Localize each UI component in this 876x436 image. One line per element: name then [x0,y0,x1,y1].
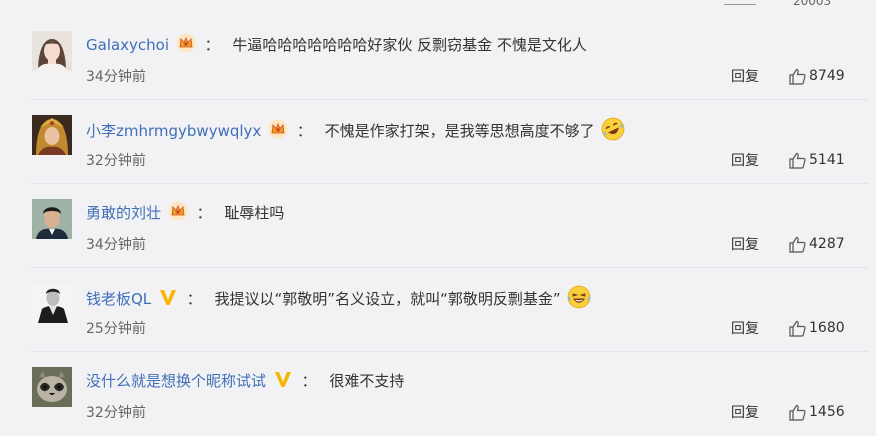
laughing-emoji [568,285,591,309]
comment-item: 没什么就是想换个昵称试试 ： 很难不支持 32分钟前 回复 1456 [0,352,876,436]
comment-text: 牛逼哈哈哈哈哈哈哈好家伙 反剽窃基金 不愧是文化人 [232,36,587,54]
comment-text: 耻辱柱吗 [224,204,285,222]
crown-icon [268,119,288,139]
like-button[interactable]: 8749 [789,66,845,86]
like-count: 5141 [809,152,845,168]
comment-line: Galaxychoi ： 牛逼哈哈哈哈哈哈哈好家伙 反剽窃基金 不愧是文化人 [86,33,587,55]
comment-line: 勇敢的刘壮 ： 耻辱柱吗 [86,201,284,223]
avatar[interactable] [32,199,72,239]
timestamp: 34分钟前 [86,69,146,85]
reply-button[interactable]: 回复 [731,152,759,170]
comment-line: 没什么就是想换个昵称试试 ： 很难不支持 [86,369,404,391]
reply-button[interactable]: 回复 [731,404,759,422]
timestamp: 32分钟前 [86,405,146,421]
thumbs-up-icon [789,236,806,253]
crown-icon [168,201,188,221]
like-count: 1456 [809,404,845,420]
previous-reply-link[interactable] [724,0,756,5]
like-count: 8749 [809,68,845,84]
verified-v-icon [159,290,176,305]
timestamp: 32分钟前 [86,153,146,169]
username-link[interactable]: 勇敢的刘壮 [86,204,161,222]
thumbs-up-icon [789,68,806,85]
comment-text: 我提议以“郭敬明”名义设立，就叫“郭敬明反剽基金” [214,290,561,308]
comment-item: 勇敢的刘壮 ： 耻辱柱吗 34分钟前 回复 4287 [0,184,876,268]
username-link[interactable]: Galaxychoi [86,36,169,54]
reply-button[interactable]: 回复 [731,236,759,254]
thumbs-up-icon [789,152,806,169]
username-link[interactable]: 小李zmhrmgybwywqlyx [86,122,261,140]
timestamp: 34分钟前 [86,237,146,253]
verified-v-icon [274,372,291,387]
like-count: 4287 [809,236,845,252]
laughing-tears-emoji [602,117,625,141]
colon: ： [196,204,212,222]
colon: ： [296,122,312,140]
like-button[interactable]: 1680 [789,318,845,338]
comment-line: 钱老板QL ： 我提议以“郭敬明”名义设立，就叫“郭敬明反剽基金” [86,285,591,309]
thumbs-up-icon [789,320,806,337]
colon: ： [204,36,220,54]
username-link[interactable]: 没什么就是想换个昵称试试 [86,372,266,390]
previous-like-count[interactable]: 20003 [793,0,845,8]
comment-text: 很难不支持 [329,372,405,390]
reply-button[interactable]: 回复 [731,320,759,338]
comment-line: 小李zmhrmgybwywqlyx ： 不愧是作家打架，是我等思想高度不够了 [86,117,625,141]
avatar[interactable] [32,283,72,323]
thumbs-up-icon [789,404,806,421]
comment-item: 小李zmhrmgybwywqlyx ： 不愧是作家打架，是我等思想高度不够了 3… [0,100,876,184]
comment-item: 钱老板QL ： 我提议以“郭敬明”名义设立，就叫“郭敬明反剽基金” 25分钟前 … [0,268,876,352]
previous-comment-footer: 20003 [0,0,876,16]
comment-item: Galaxychoi ： 牛逼哈哈哈哈哈哈哈好家伙 反剽窃基金 不愧是文化人 3… [0,16,876,100]
timestamp: 25分钟前 [86,321,146,337]
avatar[interactable] [32,115,72,155]
colon: ： [301,372,317,390]
like-button[interactable]: 5141 [789,150,845,170]
reply-button[interactable]: 回复 [731,68,759,86]
like-button[interactable]: 4287 [789,234,845,254]
crown-icon [176,33,196,53]
comment-text: 不愧是作家打架，是我等思想高度不够了 [324,122,595,140]
like-button[interactable]: 1456 [789,402,845,422]
colon: ： [186,290,202,308]
avatar[interactable] [32,31,72,71]
avatar[interactable] [32,367,72,407]
like-count: 1680 [809,320,845,336]
username-link[interactable]: 钱老板QL [86,290,151,308]
